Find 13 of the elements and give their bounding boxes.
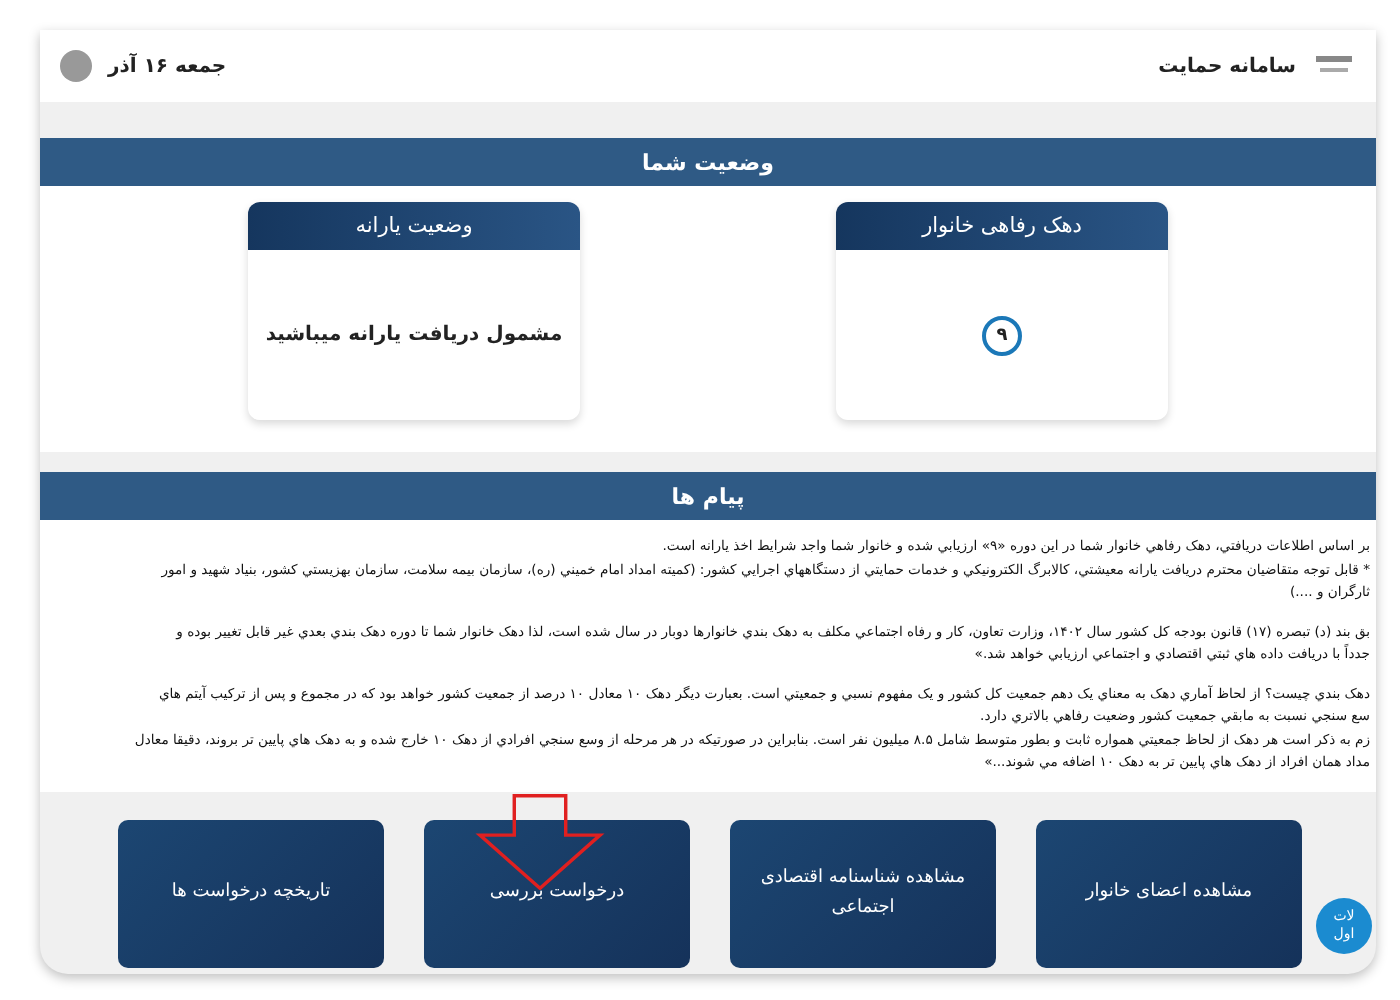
action-tile[interactable]: درخواست بررسی xyxy=(424,819,690,967)
action-tile[interactable]: مشاهده شناسنامه اقتصادی اجتماعی xyxy=(730,819,996,967)
subsidy-status: مشمول دریافت یارانه میباشید xyxy=(265,324,563,346)
section-header: وضعیت شما xyxy=(40,138,1376,186)
action-tile[interactable]: تاریخچه درخواست ها xyxy=(118,819,384,967)
decile-ring: ۹ xyxy=(982,315,1022,355)
date-label: جمعه ۱۶ آذر xyxy=(108,55,227,77)
action-tile[interactable]: مشاهده اعضای خانوار xyxy=(1036,819,1302,967)
card-title: وضعیت یارانه xyxy=(248,202,580,250)
card-title: دهک رفاهی خانوار xyxy=(836,202,1168,250)
avatar-icon[interactable] xyxy=(60,50,92,82)
section-header: پیام ها xyxy=(40,472,1376,520)
app-title: سامانه حمایت xyxy=(1158,55,1296,77)
